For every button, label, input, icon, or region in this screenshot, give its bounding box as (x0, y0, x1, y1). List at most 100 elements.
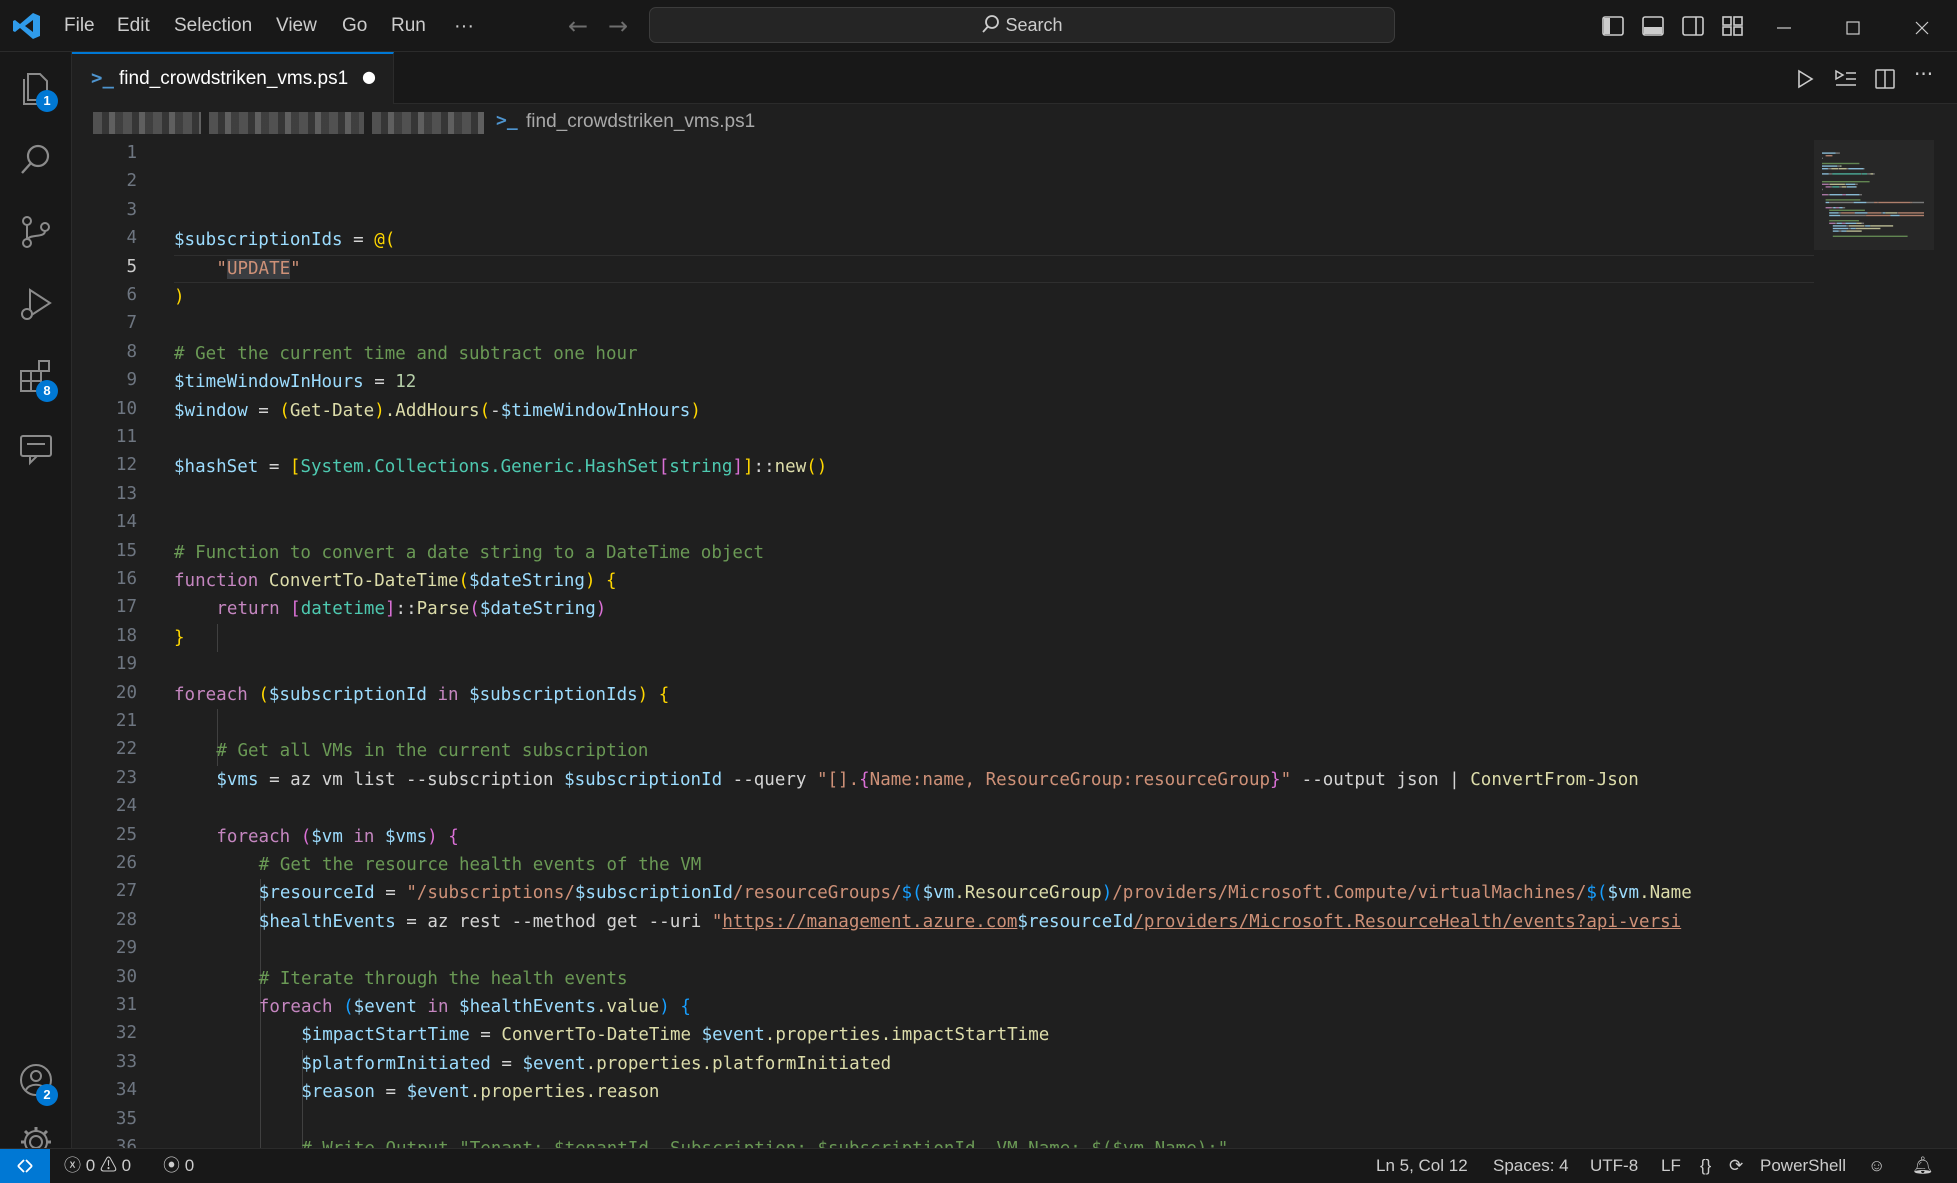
minimap[interactable] (1814, 140, 1934, 1148)
activity-run-debug[interactable] (0, 268, 72, 340)
code-line[interactable]: $vms = az vm list --subscription $subscr… (216, 766, 1638, 794)
indent-guide (217, 623, 219, 653)
code-line[interactable]: foreach ($subscriptionId in $subscriptio… (174, 681, 669, 709)
menu-more[interactable]: ··· (454, 0, 474, 52)
code-line[interactable]: $timeWindowInHours = 12 (174, 368, 416, 396)
code-line[interactable]: # Get all VMs in the current subscriptio… (216, 737, 648, 765)
toggle-secondary-sidebar-icon[interactable] (1681, 14, 1705, 38)
breadcrumb-path-redacted[interactable] (372, 112, 484, 134)
code-token: /resourceGroups/ (732, 883, 902, 904)
code-token: in (426, 684, 470, 705)
forward-arrow-icon[interactable]: → (602, 10, 634, 42)
more-actions-icon[interactable]: ··· (1914, 62, 1933, 86)
end-of-line[interactable]: LF (1661, 1149, 1681, 1183)
code-line[interactable]: "UPDATE" (216, 255, 301, 283)
code-token: = (374, 883, 407, 904)
breadcrumb-path-redacted[interactable] (93, 112, 201, 134)
toggle-primary-sidebar-icon[interactable] (1601, 14, 1625, 38)
menu-edit[interactable]: Edit (117, 0, 150, 52)
activity-search[interactable] (0, 124, 72, 196)
code-line[interactable]: # Iterate through the health events (259, 965, 628, 993)
code-token: $subscriptionIds (174, 230, 343, 251)
code-line[interactable]: ) (174, 283, 185, 311)
run-selection-icon[interactable] (1834, 68, 1858, 90)
code-line[interactable]: $reason = $event.properties.reason (301, 1078, 659, 1106)
menu-go[interactable]: Go (342, 0, 367, 52)
menu-run[interactable]: Run (391, 0, 426, 52)
tab-find-crowdstriken-vms[interactable]: >_ find_crowdstriken_vms.ps1 ● (72, 52, 394, 104)
customize-layout-icon[interactable] (1721, 14, 1745, 38)
minimize-button[interactable] (1753, 0, 1815, 52)
code-lines[interactable]: $subscriptionIds = @("UPDATE") # Get the … (174, 140, 1814, 1148)
current-line-highlight (174, 254, 1814, 283)
breadcrumb-file[interactable]: find_crowdstriken_vms.ps1 (526, 104, 755, 140)
activity-remote-chat[interactable] (0, 412, 72, 484)
code-token: { (658, 684, 670, 705)
ports-indicator[interactable]: ⦿ 0 (163, 1149, 194, 1183)
line-number: 22 (115, 739, 137, 760)
activity-extensions[interactable]: 8 (0, 340, 72, 412)
code-token: = (258, 457, 290, 478)
code-token: ( (343, 997, 354, 1017)
cursor-position[interactable]: Ln 5, Col 12 (1376, 1149, 1468, 1183)
code-line[interactable]: $resourceId = "/subscriptions/$subscript… (259, 879, 1692, 907)
code-line[interactable]: # Function to convert a date string to a… (174, 539, 764, 567)
code-line[interactable]: function ConvertTo-DateTime($dateString)… (174, 567, 617, 595)
line-number: 34 (115, 1080, 137, 1101)
code-line[interactable]: $window = (Get-Date).AddHours(-$timeWind… (174, 397, 701, 425)
back-arrow-icon[interactable]: ← (562, 10, 594, 42)
line-number: 13 (115, 483, 137, 504)
line-number: 23 (115, 767, 137, 788)
close-window-button[interactable] (1891, 0, 1953, 52)
command-center-search[interactable]: Search (649, 7, 1395, 43)
copilot-icon[interactable]: ☺ (1868, 1149, 1885, 1183)
code-token: $event (353, 997, 417, 1017)
code-line[interactable]: $healthEvents = az rest --method get --u… (259, 908, 1681, 936)
maximize-button[interactable] (1822, 0, 1884, 52)
menu-file[interactable]: File (64, 0, 95, 52)
breadcrumb-path-redacted[interactable] (209, 112, 364, 134)
code-token: ( (458, 571, 470, 591)
activity-explorer[interactable]: 1 (0, 52, 72, 124)
code-line[interactable]: return [datetime]::Parse($dateString) (216, 595, 606, 623)
code-line[interactable]: $hashSet = [System.Collections.Generic.H… (174, 453, 827, 481)
code-line[interactable]: foreach ($vm in $vms) { (216, 823, 458, 851)
code-line[interactable]: $platformInitiated = $event.properties.p… (301, 1050, 891, 1078)
encoding[interactable]: UTF-8 (1590, 1149, 1638, 1183)
notifications-bell-icon[interactable]: 🔔︎ (1912, 1149, 1934, 1183)
code-token: in (416, 997, 460, 1017)
unsaved-dot-icon[interactable]: ● (362, 67, 376, 86)
powershell-file-icon: >_ (91, 67, 114, 89)
split-editor-icon[interactable] (1874, 68, 1896, 90)
problems-indicator[interactable]: ⓧ 0 ⚠ 0 (64, 1149, 131, 1183)
indentation[interactable]: Spaces: 4 (1493, 1149, 1569, 1183)
activity-source-control[interactable] (0, 196, 72, 268)
ports-count: 0 (184, 1156, 195, 1175)
code-editor[interactable]: 1 2 3 4 5 6 7 8 9 10 11 12 13 14 15 16 17 18 19 20 21 22 23 24 2… (72, 140, 1957, 1148)
code-line[interactable]: foreach ($event in $healthEvents.value) … (259, 993, 691, 1021)
code-line[interactable]: } (174, 624, 185, 652)
menu-view[interactable]: View (276, 0, 317, 52)
menu-selection[interactable]: Selection (174, 0, 252, 52)
code-token: $vm (311, 826, 343, 847)
code-line[interactable]: # Get the current time and subtract one … (174, 340, 638, 368)
code-line[interactable]: $impactStartTime = ConvertTo-DateTime $e… (301, 1021, 1049, 1049)
code-token: .ResourceGroup (954, 883, 1102, 904)
code-token: ( (279, 400, 290, 421)
language-mode[interactable]: PowerShell (1760, 1149, 1846, 1183)
vertical-scrollbar[interactable] (1942, 140, 1956, 1148)
remote-indicator[interactable] (0, 1149, 50, 1183)
minimap-viewport[interactable] (1814, 140, 1934, 250)
code-line[interactable]: $subscriptionIds = @( (174, 226, 395, 254)
error-icon: ⓧ (64, 1156, 81, 1175)
code-line[interactable]: # Get the resource health events of the … (259, 851, 702, 879)
run-file-icon[interactable] (1794, 68, 1816, 90)
sync-icon[interactable]: ⟳ (1729, 1149, 1743, 1183)
code-line[interactable]: # Write-Output "Tenant: $tenantId, Subsc… (301, 1135, 1228, 1148)
toggle-panel-icon[interactable] (1641, 14, 1665, 38)
code-token: ( (300, 826, 312, 847)
language-braces-icon[interactable]: {} (1700, 1149, 1711, 1183)
remote-chat-icon (20, 435, 52, 466)
